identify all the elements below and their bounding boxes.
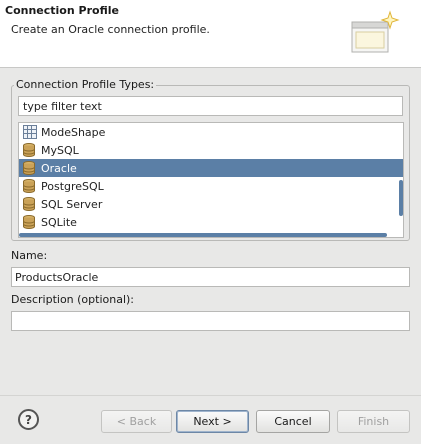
description-label: Description (optional): [11,293,135,306]
list-item-label: PostgreSQL [41,179,104,193]
list-item-label: SQL Server [41,197,103,211]
grid-icon [23,125,37,139]
description-field[interactable] [11,311,410,331]
page-title: Connection Profile [5,4,119,17]
list-item-label: Oracle [41,161,77,175]
finish-button[interactable]: Finish [337,410,410,433]
connection-profile-types-label: Connection Profile Types: [14,78,157,91]
footer-divider [0,395,421,396]
list-item-oracle[interactable]: Oracle [19,159,403,177]
next-button[interactable]: Next > [176,410,249,433]
list-item-sqlite[interactable]: SQLite [19,213,403,231]
horizontal-scrollbar[interactable] [19,233,387,237]
database-icon [23,161,35,176]
profile-type-list[interactable]: ModeShape MySQL Oracle PostgreSQL SQL Se… [18,122,404,238]
database-icon [23,197,35,212]
wizard-banner-icon [351,10,400,53]
name-field[interactable] [11,267,410,287]
list-item-sql-server[interactable]: SQL Server [19,195,403,213]
database-icon [23,215,35,230]
list-item-mysql[interactable]: MySQL [19,141,403,159]
page-description: Create an Oracle connection profile. [11,23,210,36]
list-item-label: ModeShape [41,125,106,139]
name-label: Name: [11,249,48,262]
database-icon [23,143,35,158]
cancel-button[interactable]: Cancel [256,410,330,433]
back-button[interactable]: < Back [101,410,172,433]
list-item-postgresql[interactable]: PostgreSQL [19,177,403,195]
list-item-label: SQLite [41,215,77,229]
list-item-label: MySQL [41,143,79,157]
vertical-scrollbar[interactable] [399,180,403,216]
database-icon [23,179,35,194]
list-item-modeshape[interactable]: ModeShape [19,123,403,141]
filter-input[interactable] [18,96,403,116]
wizard-banner: Connection Profile Create an Oracle conn… [0,0,421,68]
help-icon[interactable]: ? [18,409,39,430]
